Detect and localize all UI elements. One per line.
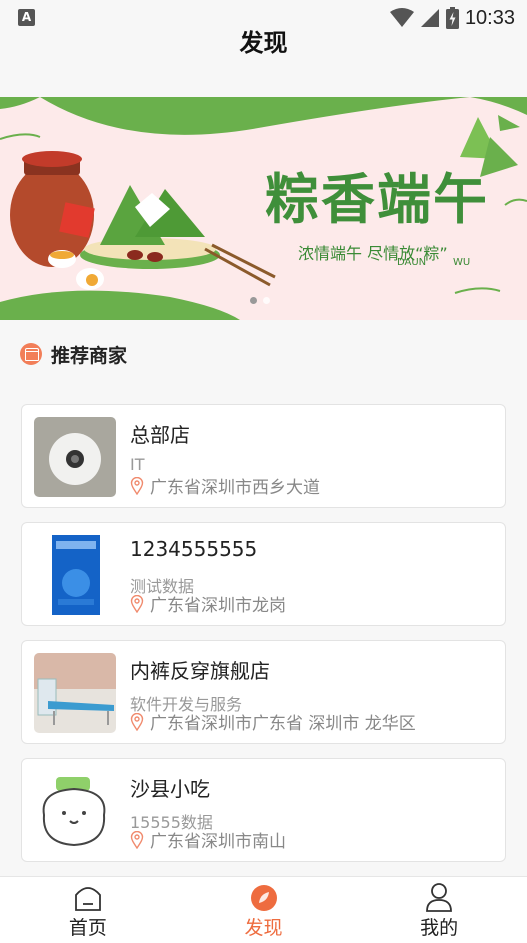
- store-name: 沙县小吃: [130, 777, 210, 801]
- page-header: 发现: [0, 29, 527, 98]
- location-pin-icon: [130, 712, 144, 731]
- tab-label: 首页: [68, 917, 107, 939]
- status-icons: 10:33: [389, 5, 515, 31]
- discover-icon: [250, 885, 277, 911]
- location-pin-icon: [130, 830, 144, 849]
- tab-home[interactable]: 首页: [0, 877, 176, 943]
- tab-label: 发现: [244, 917, 283, 939]
- tab-label: 我的: [420, 917, 459, 939]
- wifi-icon: [389, 8, 414, 27]
- store-name: 总部店: [130, 423, 190, 447]
- pagination-dot[interactable]: [263, 297, 270, 304]
- section-header: 推荐商家: [20, 340, 127, 368]
- store-thumbnail: [34, 417, 116, 497]
- store-card[interactable]: 总部店 IT 广东省深圳市西乡大道: [21, 404, 506, 508]
- store-card[interactable]: 沙县小吃 15555数据 广东省深圳市南山: [21, 758, 506, 862]
- app-notification-icon: A: [18, 9, 35, 26]
- bottom-tab-bar: 首页 发现 我的: [0, 876, 527, 943]
- tab-profile[interactable]: 我的: [351, 877, 527, 943]
- status-time: 10:33: [464, 6, 515, 29]
- signal-icon: [420, 9, 439, 27]
- store-address-text: 广东省深圳市广东省 深圳市 龙华区: [150, 714, 416, 734]
- location-pin-icon: [130, 476, 144, 495]
- tab-discover[interactable]: 发现: [176, 877, 352, 943]
- store-card[interactable]: 1234555555 测试数据 广东省深圳市龙岗: [21, 522, 506, 626]
- section-title: 推荐商家: [51, 344, 128, 367]
- page-title: 发现: [239, 29, 288, 57]
- store-name: 1234555555: [130, 537, 258, 561]
- store-address: 广东省深圳市广东省 深圳市 龙华区: [130, 709, 416, 734]
- home-icon: [74, 887, 101, 911]
- store-address: 广东省深圳市西乡大道: [130, 473, 320, 498]
- battery-icon: [445, 7, 459, 29]
- banner-subtitle: 浓情端午 尽情放“粽”: [298, 244, 448, 263]
- promo-banner[interactable]: DAUN WU 粽香端午 浓情端午 尽情放“粽”: [0, 97, 527, 320]
- store-address-text: 广东省深圳市龙岗: [150, 596, 286, 616]
- store-thumbnail: [34, 771, 116, 851]
- store-thumbnail: [34, 535, 116, 615]
- store-address: 广东省深圳市南山: [130, 827, 286, 852]
- store-address: 广东省深圳市龙岗: [130, 591, 286, 616]
- store-card[interactable]: 内裤反穿旗舰店 软件开发与服务 广东省深圳市广东省 深圳市 龙华区: [21, 640, 506, 744]
- book-cover-image: [34, 535, 116, 615]
- store-name: 内裤反穿旗舰店: [130, 659, 270, 683]
- store-category: IT: [130, 455, 145, 474]
- store-address-text: 广东省深圳市南山: [150, 832, 286, 852]
- cartoon-sticker-image: [34, 771, 116, 851]
- pagination-dot[interactable]: [250, 297, 257, 304]
- folding-bed-image: [34, 653, 116, 733]
- shop-icon: [20, 343, 42, 365]
- store-address-text: 广东省深圳市西乡大道: [150, 478, 320, 498]
- store-thumbnail: [34, 653, 116, 733]
- banner-label-wu: WU: [453, 257, 471, 268]
- location-pin-icon: [130, 594, 144, 613]
- profile-icon: [426, 883, 453, 912]
- smoke-detector-image: [34, 417, 116, 497]
- banner-title: 粽香端午: [265, 167, 489, 231]
- banner-pagination: [250, 297, 270, 304]
